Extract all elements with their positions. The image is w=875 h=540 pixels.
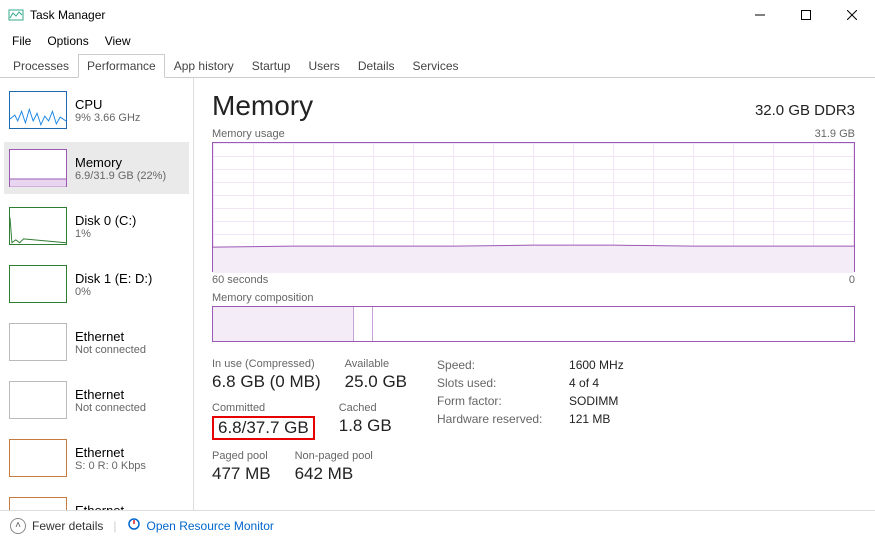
sidebar-card-cpu[interactable]: CPU9% 3.66 GHz [4, 84, 189, 136]
comp-modified [354, 307, 373, 341]
footer: ˄ Fewer details | Open Resource Monitor [0, 510, 875, 540]
memory-composition-bar [212, 306, 855, 342]
tab-performance[interactable]: Performance [78, 54, 165, 78]
sidebar-card-eth0[interactable]: EthernetNot connected [4, 316, 189, 368]
v-slots: 4 of 4 [569, 376, 599, 390]
tab-strip: Processes Performance App history Startu… [0, 52, 875, 78]
comp-label: Memory composition [212, 292, 313, 304]
mem-total: 32.0 GB DDR3 [755, 102, 855, 119]
sidebar-label: Ethernet [75, 387, 146, 402]
sidebar-label: CPU [75, 97, 140, 112]
task-manager-window: Task Manager File Options View Processes… [0, 0, 875, 540]
axis-right: 0 [849, 274, 855, 286]
v-speed: 1600 MHz [569, 358, 624, 372]
k-hwres: Hardware reserved: [437, 412, 557, 426]
window-title: Task Manager [30, 8, 737, 22]
sidebar-label: Disk 1 (E: D:) [75, 271, 152, 286]
sidebar: CPU9% 3.66 GHz Memory6.9/31.9 GB (22%) D… [0, 78, 194, 510]
k-form: Form factor: [437, 394, 557, 408]
sidebar-sub: S: 0 R: 0 Kbps [75, 460, 146, 472]
tab-details[interactable]: Details [349, 54, 404, 78]
menubar: File Options View [0, 30, 875, 52]
comp-in-use [213, 307, 354, 341]
val-cached: 1.8 GB [339, 416, 392, 436]
tab-app-history[interactable]: App history [165, 54, 243, 78]
sidebar-label: Memory [75, 155, 166, 170]
k-slots: Slots used: [437, 376, 557, 390]
tab-users[interactable]: Users [299, 54, 348, 78]
val-inuse: 6.8 GB (0 MB) [212, 372, 321, 392]
menu-options[interactable]: Options [39, 32, 96, 50]
titlebar: Task Manager [0, 0, 875, 30]
usage-max: 31.9 GB [815, 128, 855, 140]
sidebar-card-eth2[interactable]: EthernetS: 0 R: 0 Kbps [4, 432, 189, 484]
sidebar-card-eth1[interactable]: EthernetNot connected [4, 374, 189, 426]
tab-services[interactable]: Services [404, 54, 468, 78]
sidebar-sub: Not connected [75, 402, 146, 414]
main-panel: Memory 32.0 GB DDR3 Memory usage 31.9 GB… [194, 78, 875, 510]
menu-file[interactable]: File [4, 32, 39, 50]
sidebar-sub: Not connected [75, 344, 146, 356]
tab-processes[interactable]: Processes [4, 54, 78, 78]
sidebar-label: Ethernet [75, 445, 146, 460]
lbl-paged: Paged pool [212, 450, 271, 462]
val-nonpaged: 642 MB [295, 464, 373, 484]
sidebar-card-disk0[interactable]: Disk 0 (C:)1% [4, 200, 189, 252]
memory-usage-graph [212, 142, 855, 272]
sidebar-card-eth3[interactable]: EthernetS: 0 R: 0 Kbps [4, 490, 189, 510]
v-form: SODIMM [569, 394, 618, 408]
sidebar-label: Ethernet [75, 329, 146, 344]
minimize-button[interactable] [737, 0, 783, 30]
val-committed: 6.8/37.7 GB [212, 416, 315, 440]
fewer-details-link[interactable]: Fewer details [32, 519, 103, 533]
sidebar-sub: 6.9/31.9 GB (22%) [75, 170, 166, 182]
val-paged: 477 MB [212, 464, 271, 484]
usage-label: Memory usage [212, 128, 285, 140]
sidebar-sub: 9% 3.66 GHz [75, 112, 140, 124]
app-icon [8, 7, 24, 23]
axis-left: 60 seconds [212, 274, 268, 286]
hw-details: Speed: 1600 MHz Slots used: 4 of 4 Form fa… [437, 358, 624, 494]
open-resmon-link[interactable]: Open Resource Monitor [147, 519, 274, 533]
menu-view[interactable]: View [97, 32, 139, 50]
close-button[interactable] [829, 0, 875, 30]
resmon-icon [127, 517, 141, 534]
sidebar-card-memory[interactable]: Memory6.9/31.9 GB (22%) [4, 142, 189, 194]
k-speed: Speed: [437, 358, 557, 372]
v-hwres: 121 MB [569, 412, 610, 426]
lbl-cached: Cached [339, 402, 392, 414]
lbl-available: Available [345, 358, 407, 370]
sidebar-label: Ethernet [75, 503, 146, 511]
chevron-up-icon[interactable]: ˄ [10, 518, 26, 534]
page-title: Memory [212, 90, 313, 122]
lbl-inuse: In use (Compressed) [212, 358, 321, 370]
sidebar-sub: 1% [75, 228, 136, 240]
val-available: 25.0 GB [345, 372, 407, 392]
tab-startup[interactable]: Startup [243, 54, 300, 78]
sidebar-label: Disk 0 (C:) [75, 213, 136, 228]
sidebar-sub: 0% [75, 286, 152, 298]
maximize-button[interactable] [783, 0, 829, 30]
sidebar-card-disk1[interactable]: Disk 1 (E: D:)0% [4, 258, 189, 310]
window-controls [737, 0, 875, 30]
lbl-nonpaged: Non-paged pool [295, 450, 373, 462]
lbl-committed: Committed [212, 402, 315, 414]
